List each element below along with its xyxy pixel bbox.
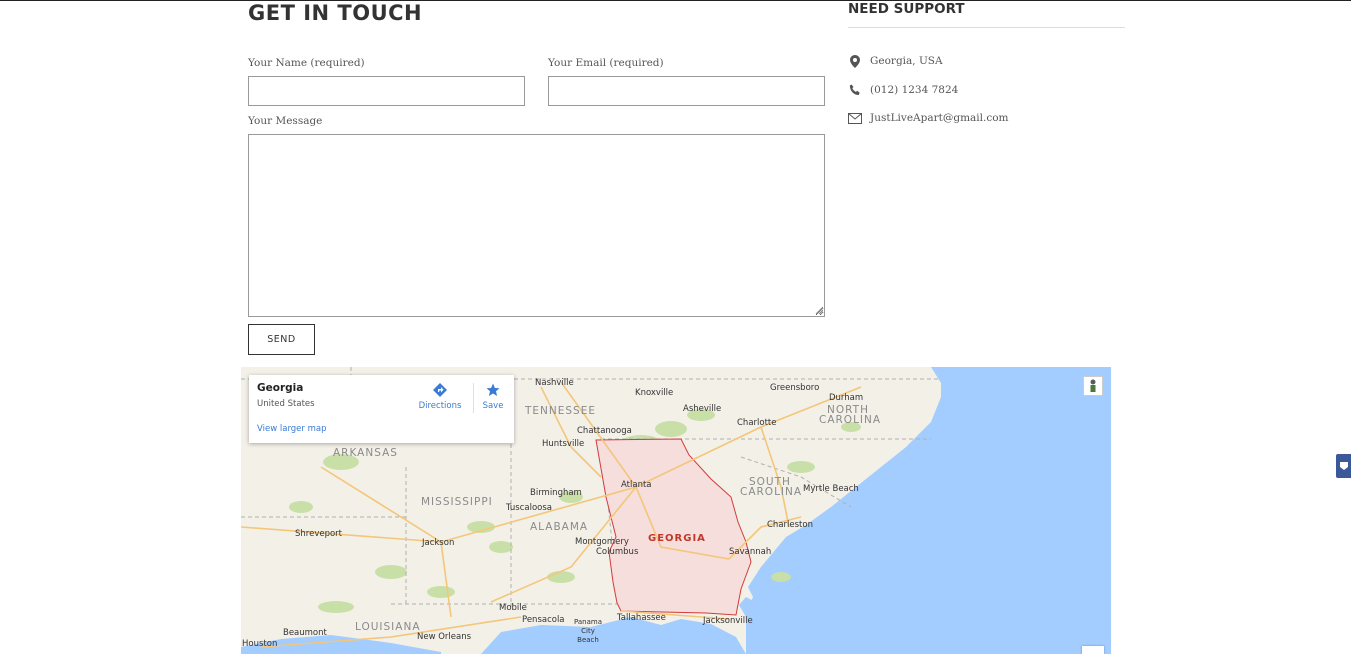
city-pensacola: Pensacola — [522, 615, 565, 625]
message-textarea[interactable] — [248, 134, 825, 317]
phone-icon — [848, 83, 862, 97]
save-label: Save — [482, 401, 504, 411]
state-label-carolina: CAROLINA — [819, 414, 882, 426]
georgia-label: GEORGIA — [648, 533, 706, 544]
city-chattanooga: Chattanooga — [577, 426, 632, 436]
directions-button[interactable]: Directions — [417, 383, 463, 411]
star-icon — [486, 383, 500, 396]
message-label: Your Message — [248, 115, 323, 127]
city-columbus: Columbus — [596, 547, 639, 557]
contact-location-text: Georgia, USA — [870, 55, 943, 67]
city-shreveport: Shreveport — [295, 529, 343, 539]
map-marker-icon — [848, 54, 862, 68]
city-durham: Durham — [829, 393, 864, 403]
city-jackson: Jackson — [422, 538, 455, 548]
zoom-control[interactable] — [1082, 646, 1104, 654]
state-label-mississippi: MISSISSIPPI — [421, 496, 493, 508]
city-mobile: Mobile — [499, 603, 527, 613]
atlantic-ocean — [746, 367, 1111, 654]
city-birmingham: Birmingham — [530, 488, 582, 498]
city-savannah: Savannah — [729, 547, 772, 557]
envelope-icon — [848, 111, 862, 125]
contact-phone: (012) 1234 7824 — [848, 82, 958, 98]
email-input[interactable] — [548, 76, 825, 106]
card-separator — [473, 383, 474, 413]
state-label-tennessee: TENNESSEE — [525, 405, 596, 417]
email-label: Your Email (required) — [548, 57, 664, 69]
city-panama-city-beach: Panama City Beach — [573, 618, 603, 644]
map-place-region: United States — [257, 399, 315, 409]
map-info-card: Georgia United States View larger map Di… — [249, 375, 514, 443]
city-beaumont: Beaumont — [283, 628, 327, 638]
street-view-pegman-icon[interactable] — [1083, 376, 1103, 396]
view-larger-map-link[interactable]: View larger map — [257, 424, 327, 434]
contact-location: Georgia, USA — [848, 53, 943, 69]
city-houston: Houston — [242, 639, 278, 649]
state-label-alabama: ALABAMA — [530, 521, 589, 533]
city-jacksonville: Jacksonville — [703, 616, 753, 626]
city-new-orleans: New Orleans — [417, 632, 472, 642]
directions-label: Directions — [418, 401, 462, 411]
city-charlotte: Charlotte — [737, 418, 777, 428]
city-nashville: Nashville — [535, 378, 574, 388]
support-title: NEED SUPPORT — [848, 1, 965, 17]
name-label: Your Name (required) — [248, 57, 365, 69]
directions-icon — [433, 383, 447, 397]
top-border — [0, 0, 1351, 1]
city-knoxville: Knoxville — [635, 388, 674, 398]
send-button[interactable]: SEND — [248, 324, 315, 355]
city-charleston: Charleston — [767, 520, 813, 530]
side-tab-icon[interactable] — [1336, 454, 1351, 478]
city-greensboro: Greensboro — [770, 383, 820, 393]
name-input[interactable] — [248, 76, 525, 106]
city-myrtle-beach: Myrtle Beach — [803, 484, 859, 494]
save-button[interactable]: Save — [479, 383, 507, 411]
map-place-name: Georgia — [257, 382, 304, 394]
resize-grip-icon[interactable] — [815, 306, 823, 314]
city-huntsville: Huntsville — [542, 439, 585, 449]
georgia-highlight — [595, 438, 752, 616]
city-atlanta: Atlanta — [621, 480, 652, 490]
city-tuscaloosa: Tuscaloosa — [506, 503, 552, 513]
state-label-arkansas: ARKANSAS — [333, 447, 398, 459]
state-label-carolina-south: CAROLINA — [740, 486, 803, 498]
contact-email: JustLiveApart@gmail.com — [848, 110, 1009, 126]
city-montgomery: Montgomery — [575, 537, 629, 547]
contact-phone-text: (012) 1234 7824 — [870, 84, 959, 96]
city-tallahassee: Tallahassee — [617, 613, 666, 623]
state-label-louisiana: LOUISIANA — [355, 621, 421, 633]
support-divider — [848, 27, 1125, 28]
form-title: GET IN TOUCH — [248, 1, 423, 25]
city-asheville: Asheville — [683, 404, 722, 414]
contact-email-text: JustLiveApart@gmail.com — [870, 112, 1009, 124]
